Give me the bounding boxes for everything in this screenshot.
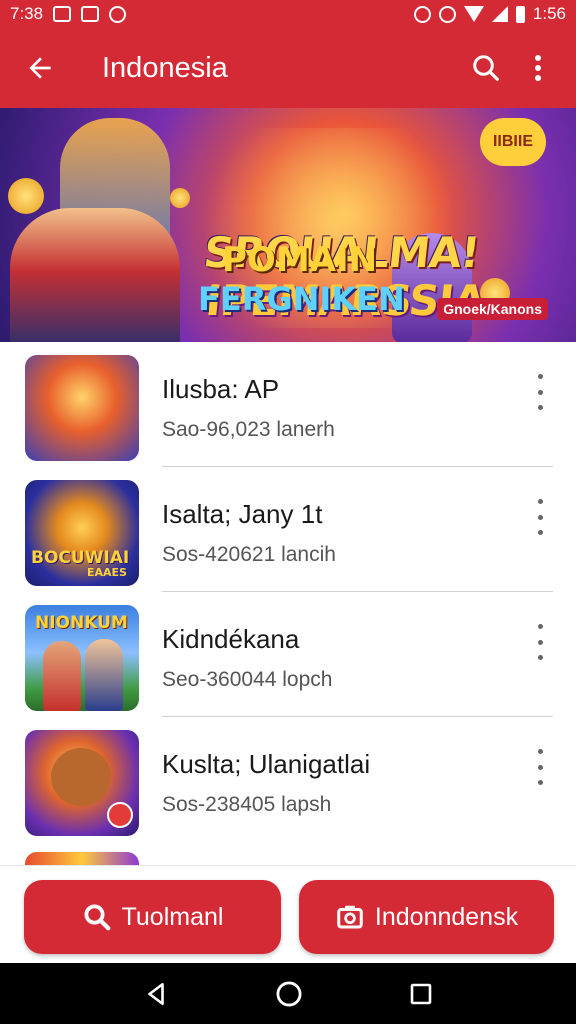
status-clock-right: 1:56 bbox=[532, 4, 566, 23]
game-thumbnail bbox=[25, 355, 139, 461]
more-vertical-icon[interactable] bbox=[532, 499, 548, 535]
status-right: 1:56 bbox=[413, 4, 566, 24]
item-subtitle: Sos-238405 lapsh bbox=[162, 793, 332, 816]
back-button[interactable] bbox=[0, 28, 80, 108]
heroes-group-image: NIONKUM bbox=[25, 605, 139, 711]
hero-figure-image bbox=[43, 641, 81, 711]
banner-badge: IIBIIE bbox=[480, 118, 546, 166]
hero-figure-image bbox=[85, 639, 123, 711]
more-vertical-icon[interactable] bbox=[532, 624, 548, 660]
banner-tag: Gnoek/Kanons bbox=[437, 298, 548, 320]
thumbnail-subtext: EAAES bbox=[87, 566, 127, 579]
game-thumbnail[interactable] bbox=[25, 852, 139, 865]
item-subtitle: Sao-96,023 lanerh bbox=[162, 418, 335, 441]
game-thumbnail: NIONKUM bbox=[25, 605, 139, 711]
list-item[interactable]: Ilusba: AP Sao-96,023 lanerh bbox=[0, 342, 576, 467]
bear-face-image bbox=[51, 748, 111, 806]
search-icon bbox=[84, 904, 110, 931]
hero-man-image bbox=[10, 208, 180, 342]
mail-icon bbox=[81, 6, 100, 22]
app-bar: Indonesia bbox=[0, 28, 576, 108]
right-action-label: Indonndensk bbox=[374, 902, 519, 931]
coin-icon bbox=[8, 178, 44, 214]
item-title: Ilusba: AP bbox=[162, 374, 280, 404]
list-item[interactable]: NIONKUM Kidndékana Seo-360044 lopch bbox=[0, 592, 576, 717]
hero-boy-image bbox=[25, 355, 139, 461]
right-action-button[interactable]: Indonndensk bbox=[299, 880, 554, 954]
more-vertical-icon[interactable] bbox=[532, 374, 548, 410]
thumbnail-text: BOCUWIAI bbox=[31, 548, 130, 568]
vibrate-icon bbox=[413, 5, 431, 23]
system-nav-bar bbox=[0, 963, 576, 1024]
alarm-icon bbox=[438, 5, 456, 23]
more-vertical-icon[interactable] bbox=[532, 749, 548, 785]
search-icon bbox=[473, 55, 499, 81]
banner-title-line4: FERGNIKEN bbox=[198, 280, 405, 318]
home-circle-icon[interactable] bbox=[275, 980, 303, 1008]
item-title: Kidndékana bbox=[162, 624, 300, 654]
status-time: 7:38 bbox=[10, 4, 44, 23]
page-title: Indonesia bbox=[102, 51, 228, 84]
game-list: Ilusba: AP Sao-96,023 lanerh BOCUWIAI EA… bbox=[0, 342, 576, 865]
status-left: 7:38 bbox=[10, 4, 127, 24]
list-item[interactable]: BOCUWIAI EAAES Isalta; Jany 1t Sos-42062… bbox=[0, 467, 576, 592]
more-vertical-icon bbox=[535, 55, 541, 81]
arrow-left-icon bbox=[29, 57, 51, 79]
item-title: Isalta; Jany 1t bbox=[162, 499, 323, 529]
more-options-button[interactable] bbox=[518, 48, 558, 88]
chat-icon bbox=[109, 5, 127, 23]
back-triangle-icon[interactable] bbox=[143, 981, 169, 1007]
thumbnail-text: NIONKUM bbox=[35, 613, 128, 633]
wifi-icon bbox=[463, 6, 484, 22]
item-subtitle: Seo-360044 lopch bbox=[162, 668, 333, 691]
bear-mascot-image: BOCUWIAI EAAES bbox=[25, 480, 139, 586]
banner-title-line3: POMAIN bbox=[222, 240, 378, 280]
signal-icon bbox=[491, 6, 508, 22]
red-badge-icon bbox=[107, 802, 133, 828]
status-bar: 7:38 1:56 bbox=[0, 0, 576, 28]
bottom-actions: Tuolmanl Indonndensk bbox=[0, 865, 576, 963]
coin-icon bbox=[170, 188, 190, 208]
game-thumbnail bbox=[25, 730, 139, 836]
left-action-button[interactable]: Tuolmanl bbox=[24, 880, 281, 954]
search-button[interactable] bbox=[466, 48, 506, 88]
item-title: Kuslta; Ulanigatlai bbox=[162, 749, 371, 779]
recents-square-icon[interactable] bbox=[409, 982, 433, 1006]
left-action-label: Tuolmanl bbox=[121, 902, 224, 931]
battery-icon bbox=[515, 5, 525, 23]
bear-warrior-image bbox=[25, 730, 139, 836]
camera-icon bbox=[337, 905, 363, 929]
game-thumbnail: BOCUWIAI EAAES bbox=[25, 480, 139, 586]
item-subtitle: Sos-420621 lancih bbox=[162, 543, 336, 566]
notification-icon bbox=[53, 6, 72, 22]
list-item[interactable]: Kuslta; Ulanigatlai Sos-238405 lapsh bbox=[0, 717, 576, 842]
